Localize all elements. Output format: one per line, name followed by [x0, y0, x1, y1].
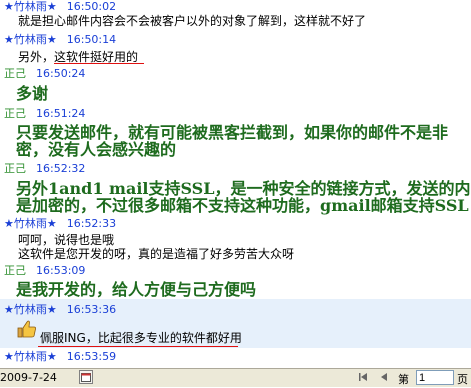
- sender-name: 正己: [4, 264, 26, 277]
- status-bar: 2009-7-24 第 页: [0, 368, 471, 387]
- message-text-line: 密，没有人会感兴趣的: [16, 140, 177, 159]
- message-text: 是我开发的，给人方便与己方便吗: [16, 280, 257, 299]
- sender-name: 正己: [4, 107, 26, 120]
- message-text-line: 是加密的，不过很多邮箱不支持这种功能，gmail邮箱支持SSL: [16, 196, 469, 215]
- previous-page-icon[interactable]: [377, 370, 391, 388]
- page-prefix-label: 第: [398, 373, 409, 386]
- history-date: 2009-7-24: [0, 371, 57, 384]
- message-header: ★竹林雨★ 16:52:33: [4, 217, 116, 230]
- message-header: ★竹林雨★ 16:50:14: [4, 33, 116, 46]
- message-header: ★竹林雨★ 16:53:59: [4, 350, 116, 363]
- message-text: 另外，这软件挺好用的: [18, 50, 139, 64]
- red-underline: [54, 63, 144, 64]
- message-text: 佩服ING，比起很多专业的软件都好用: [40, 331, 242, 345]
- sender-name: ★竹林雨★: [4, 217, 57, 230]
- page-suffix-label: 页: [457, 373, 468, 386]
- message-time: 16:50:14: [66, 33, 117, 46]
- sender-name: ★竹林雨★: [4, 0, 57, 13]
- first-page-icon[interactable]: [356, 370, 370, 388]
- sender-name: 正己: [4, 162, 26, 175]
- message-text: 多谢: [16, 84, 49, 103]
- message-header: 正己 16:52:32: [4, 162, 85, 175]
- message-text: 就是担心邮件内容会不会被客户以外的对象了解到，这样就不好了: [18, 14, 367, 28]
- sender-name: ★竹林雨★: [4, 303, 57, 316]
- message-header: 正己 16:51:24: [4, 107, 85, 120]
- calendar-icon[interactable]: [79, 370, 93, 384]
- message-time: 16:50:02: [66, 0, 117, 13]
- message-text-line: 这软件是您开发的呀，真的是造福了好多劳苦大众呀: [18, 247, 295, 261]
- page-number-input[interactable]: [416, 370, 454, 385]
- message-header: 正己 16:53:09: [4, 264, 85, 277]
- message-header: ★竹林雨★ 16:53:36: [4, 303, 116, 316]
- message-text-line: 呵呵，说得也是哦: [18, 233, 115, 247]
- message-time: 16:50:24: [36, 67, 86, 80]
- message-time: 16:52:33: [66, 217, 117, 230]
- sender-name: ★竹林雨★: [4, 33, 57, 46]
- message-header: 正己 16:50:24: [4, 67, 85, 80]
- thumbs-up-icon: [17, 320, 36, 338]
- message-time: 16:53:59: [66, 350, 117, 363]
- message-time: 16:51:24: [36, 107, 86, 120]
- sender-name: ★竹林雨★: [4, 350, 57, 363]
- sender-name: 正己: [4, 67, 26, 80]
- message-header: ★竹林雨★ 16:50:02: [4, 0, 116, 13]
- chat-log: ★竹林雨★ 16:50:02 就是担心邮件内容会不会被客户以外的对象了解到，这样就…: [0, 0, 471, 368]
- message-time: 16:52:32: [36, 162, 86, 175]
- message-time: 16:53:09: [36, 264, 86, 277]
- red-underline: [38, 346, 238, 347]
- message-time: 16:53:36: [66, 303, 117, 316]
